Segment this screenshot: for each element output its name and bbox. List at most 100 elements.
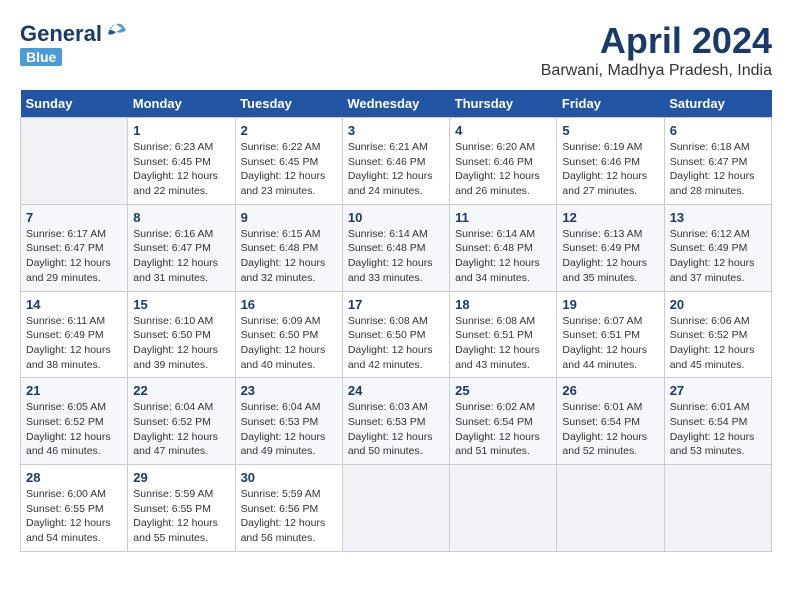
day-info: Sunrise: 6:08 AM Sunset: 6:50 PM Dayligh… — [348, 314, 444, 373]
day-info: Sunrise: 6:23 AM Sunset: 6:45 PM Dayligh… — [133, 140, 229, 199]
calendar-week-row: 21 Sunrise: 6:05 AM Sunset: 6:52 PM Dayli… — [21, 378, 772, 465]
day-number: 15 — [133, 297, 229, 312]
day-number: 17 — [348, 297, 444, 312]
calendar-cell: 23 Sunrise: 6:04 AM Sunset: 6:53 PM Dayli… — [235, 378, 342, 465]
day-number: 10 — [348, 210, 444, 225]
calendar-cell: 17 Sunrise: 6:08 AM Sunset: 6:50 PM Dayli… — [342, 291, 449, 378]
calendar-cell: 7 Sunrise: 6:17 AM Sunset: 6:47 PM Daylig… — [21, 204, 128, 291]
day-number: 4 — [455, 123, 551, 138]
calendar-cell: 1 Sunrise: 6:23 AM Sunset: 6:45 PM Daylig… — [128, 118, 235, 205]
calendar-cell — [342, 465, 449, 552]
calendar-body: 1 Sunrise: 6:23 AM Sunset: 6:45 PM Daylig… — [21, 118, 772, 552]
weekday-header-saturday: Saturday — [664, 90, 771, 118]
day-number: 22 — [133, 383, 229, 398]
day-info: Sunrise: 6:15 AM Sunset: 6:48 PM Dayligh… — [241, 227, 337, 286]
calendar-cell: 16 Sunrise: 6:09 AM Sunset: 6:50 PM Dayli… — [235, 291, 342, 378]
calendar-cell: 13 Sunrise: 6:12 AM Sunset: 6:49 PM Dayli… — [664, 204, 771, 291]
calendar-cell: 21 Sunrise: 6:05 AM Sunset: 6:52 PM Dayli… — [21, 378, 128, 465]
weekday-header-monday: Monday — [128, 90, 235, 118]
day-info: Sunrise: 6:18 AM Sunset: 6:47 PM Dayligh… — [670, 140, 766, 199]
day-info: Sunrise: 6:02 AM Sunset: 6:54 PM Dayligh… — [455, 400, 551, 459]
day-number: 30 — [241, 470, 337, 485]
calendar-cell: 9 Sunrise: 6:15 AM Sunset: 6:48 PM Daylig… — [235, 204, 342, 291]
day-info: Sunrise: 6:16 AM Sunset: 6:47 PM Dayligh… — [133, 227, 229, 286]
calendar-cell: 22 Sunrise: 6:04 AM Sunset: 6:52 PM Dayli… — [128, 378, 235, 465]
day-info: Sunrise: 6:17 AM Sunset: 6:47 PM Dayligh… — [26, 227, 122, 286]
day-number: 3 — [348, 123, 444, 138]
day-number: 18 — [455, 297, 551, 312]
day-info: Sunrise: 6:04 AM Sunset: 6:53 PM Dayligh… — [241, 400, 337, 459]
weekday-header-thursday: Thursday — [450, 90, 557, 118]
day-number: 8 — [133, 210, 229, 225]
day-number: 28 — [26, 470, 122, 485]
logo-blue-label: Blue — [20, 48, 62, 66]
day-info: Sunrise: 5:59 AM Sunset: 6:55 PM Dayligh… — [133, 487, 229, 546]
day-info: Sunrise: 6:12 AM Sunset: 6:49 PM Dayligh… — [670, 227, 766, 286]
day-info: Sunrise: 6:05 AM Sunset: 6:52 PM Dayligh… — [26, 400, 122, 459]
logo-general: General — [20, 21, 102, 47]
calendar-cell: 18 Sunrise: 6:08 AM Sunset: 6:51 PM Dayli… — [450, 291, 557, 378]
day-number: 26 — [562, 383, 658, 398]
calendar-week-row: 14Sunrise: 6:11 AM Sunset: 6:49 PM Dayli… — [21, 291, 772, 378]
calendar-cell: 10 Sunrise: 6:14 AM Sunset: 6:48 PM Dayli… — [342, 204, 449, 291]
calendar-cell: 20Sunrise: 6:06 AM Sunset: 6:52 PM Dayli… — [664, 291, 771, 378]
calendar-cell: 27Sunrise: 6:01 AM Sunset: 6:54 PM Dayli… — [664, 378, 771, 465]
day-number: 1 — [133, 123, 229, 138]
calendar-cell: 3 Sunrise: 6:21 AM Sunset: 6:46 PM Daylig… — [342, 118, 449, 205]
day-number: 9 — [241, 210, 337, 225]
day-number: 13 — [670, 210, 766, 225]
day-number: 12 — [562, 210, 658, 225]
title-block: April 2024 Barwani, Madhya Pradesh, Indi… — [541, 20, 772, 80]
calendar-cell: 6 Sunrise: 6:18 AM Sunset: 6:47 PM Daylig… — [664, 118, 771, 205]
calendar-week-row: 7 Sunrise: 6:17 AM Sunset: 6:47 PM Daylig… — [21, 204, 772, 291]
calendar-cell: 4 Sunrise: 6:20 AM Sunset: 6:46 PM Daylig… — [450, 118, 557, 205]
day-info: Sunrise: 6:01 AM Sunset: 6:54 PM Dayligh… — [670, 400, 766, 459]
calendar-cell: 8 Sunrise: 6:16 AM Sunset: 6:47 PM Daylig… — [128, 204, 235, 291]
calendar-cell — [21, 118, 128, 205]
day-number: 23 — [241, 383, 337, 398]
weekday-header-row: SundayMondayTuesdayWednesdayThursdayFrid… — [21, 90, 772, 118]
calendar-cell: 12Sunrise: 6:13 AM Sunset: 6:49 PM Dayli… — [557, 204, 664, 291]
calendar-week-row: 28Sunrise: 6:00 AM Sunset: 6:55 PM Dayli… — [21, 465, 772, 552]
weekday-header-tuesday: Tuesday — [235, 90, 342, 118]
day-info: Sunrise: 6:08 AM Sunset: 6:51 PM Dayligh… — [455, 314, 551, 373]
calendar-cell — [450, 465, 557, 552]
weekday-header-friday: Friday — [557, 90, 664, 118]
day-number: 29 — [133, 470, 229, 485]
day-number: 19 — [562, 297, 658, 312]
day-number: 11 — [455, 210, 551, 225]
day-number: 24 — [348, 383, 444, 398]
day-number: 21 — [26, 383, 122, 398]
day-number: 6 — [670, 123, 766, 138]
day-number: 20 — [670, 297, 766, 312]
weekday-header-sunday: Sunday — [21, 90, 128, 118]
calendar-cell: 19 Sunrise: 6:07 AM Sunset: 6:51 PM Dayli… — [557, 291, 664, 378]
calendar-cell: 25Sunrise: 6:02 AM Sunset: 6:54 PM Dayli… — [450, 378, 557, 465]
calendar-cell: 28Sunrise: 6:00 AM Sunset: 6:55 PM Dayli… — [21, 465, 128, 552]
day-info: Sunrise: 6:20 AM Sunset: 6:46 PM Dayligh… — [455, 140, 551, 199]
calendar-title: April 2024 — [541, 20, 772, 62]
day-info: Sunrise: 6:03 AM Sunset: 6:53 PM Dayligh… — [348, 400, 444, 459]
calendar-week-row: 1 Sunrise: 6:23 AM Sunset: 6:45 PM Daylig… — [21, 118, 772, 205]
calendar-cell: 15 Sunrise: 6:10 AM Sunset: 6:50 PM Dayli… — [128, 291, 235, 378]
day-number: 7 — [26, 210, 122, 225]
day-info: Sunrise: 6:21 AM Sunset: 6:46 PM Dayligh… — [348, 140, 444, 199]
calendar-table: SundayMondayTuesdayWednesdayThursdayFrid… — [20, 90, 772, 552]
page-header: General Blue April 2024 Barwani, Madhya … — [20, 20, 772, 80]
day-info: Sunrise: 6:19 AM Sunset: 6:46 PM Dayligh… — [562, 140, 658, 199]
day-info: Sunrise: 6:04 AM Sunset: 6:52 PM Dayligh… — [133, 400, 229, 459]
day-info: Sunrise: 6:07 AM Sunset: 6:51 PM Dayligh… — [562, 314, 658, 373]
day-info: Sunrise: 6:14 AM Sunset: 6:48 PM Dayligh… — [348, 227, 444, 286]
day-info: Sunrise: 6:10 AM Sunset: 6:50 PM Dayligh… — [133, 314, 229, 373]
day-number: 16 — [241, 297, 337, 312]
day-info: Sunrise: 6:09 AM Sunset: 6:50 PM Dayligh… — [241, 314, 337, 373]
day-number: 2 — [241, 123, 337, 138]
calendar-cell: 26Sunrise: 6:01 AM Sunset: 6:54 PM Dayli… — [557, 378, 664, 465]
calendar-cell: 24 Sunrise: 6:03 AM Sunset: 6:53 PM Dayli… — [342, 378, 449, 465]
day-number: 5 — [562, 123, 658, 138]
day-info: Sunrise: 6:22 AM Sunset: 6:45 PM Dayligh… — [241, 140, 337, 199]
calendar-cell: 11Sunrise: 6:14 AM Sunset: 6:48 PM Dayli… — [450, 204, 557, 291]
calendar-subtitle: Barwani, Madhya Pradesh, India — [541, 62, 772, 80]
calendar-cell — [557, 465, 664, 552]
day-info: Sunrise: 6:11 AM Sunset: 6:49 PM Dayligh… — [26, 314, 122, 373]
